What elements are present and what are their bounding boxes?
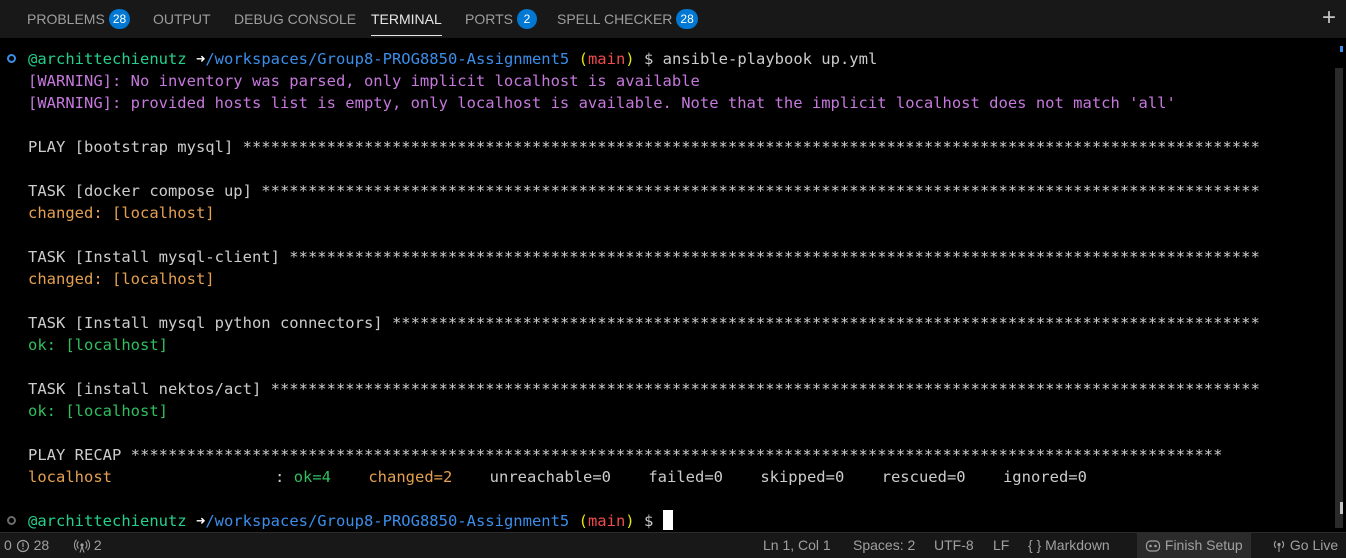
finish-setup-label: Finish Setup [1164, 537, 1243, 553]
prompt-user: @archittechienutz [28, 50, 187, 68]
recap-unreachable: unreachable=0 [489, 468, 611, 486]
ports-status[interactable]: 2 [74, 533, 102, 558]
warning-count: 28 [33, 537, 50, 553]
prompt-line: @archittechienutz ➜/workspaces/Group8-PR… [28, 48, 877, 70]
recap-ignored: ignored=0 [1002, 468, 1087, 486]
warning-line: [WARNING]: No inventory was parsed, only… [28, 72, 700, 90]
tab-debug-console[interactable]: DEBUG CONSOLE [234, 0, 356, 38]
tab-label: DEBUG CONSOLE [234, 11, 357, 27]
command-decoration-icon[interactable] [7, 54, 16, 63]
encoding[interactable]: UTF-8 [934, 533, 974, 558]
tab-label: SPELL CHECKER [557, 11, 673, 27]
recap-changed: changed=2 [368, 468, 453, 486]
ports-count-badge: 2 [516, 9, 537, 29]
task-result: changed: [localhost] [28, 204, 215, 222]
spell-checker-count-badge: 28 [676, 9, 698, 29]
tab-label: TERMINAL [371, 11, 442, 27]
branch-open: ( [578, 50, 588, 68]
prompt-path: /workspaces/Group8-PROG8850-Assignment5 [205, 512, 570, 530]
broadcast-icon [74, 539, 90, 553]
command-decoration-icon[interactable] [7, 516, 16, 525]
warning-info-icon [16, 540, 29, 553]
terminal-output[interactable]: @archittechienutz ➜/workspaces/Group8-PR… [0, 38, 1346, 532]
recap-rescued: rescued=0 [881, 468, 966, 486]
recap-host: localhost [28, 468, 112, 486]
problems-status[interactable]: 0 28 [4, 533, 49, 558]
recap-line: localhost: ok=4 changed=2 unreachable=0 … [28, 466, 1087, 488]
tab-problems[interactable]: PROBLEMS 28 [27, 0, 131, 38]
tab-output[interactable]: OUTPUT [153, 0, 211, 38]
recap-failed: failed=0 [648, 468, 723, 486]
tab-terminal[interactable]: TERMINAL [371, 0, 442, 38]
scrollbar-marker [1340, 46, 1343, 52]
prompt-user: @archittechienutz [28, 512, 187, 530]
go-live-button[interactable]: Go Live [1272, 533, 1338, 558]
tab-label: PROBLEMS [27, 11, 105, 27]
task-header: TASK [install nektos/act] **************… [28, 380, 1260, 398]
tab-label: PORTS [465, 11, 513, 27]
branch-close: ) [625, 50, 635, 68]
prompt-dollar: $ [643, 50, 654, 68]
recap-colon: : [275, 468, 285, 486]
prompt-line: @archittechienutz ➜/workspaces/Group8-PR… [28, 510, 673, 532]
prompt-path: /workspaces/Group8-PROG8850-Assignment5 [205, 50, 570, 68]
play-header: PLAY [bootstrap mysql] *****************… [28, 138, 1260, 156]
terminal-scrollbar[interactable] [1332, 38, 1346, 532]
status-bar: 0 28 2 Ln 1, Col 1 Spaces: 2 UTF-8 LF { … [0, 532, 1346, 558]
task-result: changed: [localhost] [28, 270, 215, 288]
broadcast-icon [1273, 541, 1285, 553]
terminal-cursor [662, 510, 673, 530]
error-count: 0 [4, 537, 12, 553]
finish-setup-button[interactable]: Finish Setup [1137, 533, 1251, 558]
task-header: TASK [Install mysql python connectors] *… [28, 314, 1260, 332]
recap-skipped: skipped=0 [760, 468, 845, 486]
end-of-line[interactable]: LF [993, 533, 1009, 558]
command-text: ansible-playbook up.yml [662, 50, 878, 68]
tab-spell-checker[interactable]: SPELL CHECKER 28 [557, 0, 698, 38]
scrollbar-thumb[interactable] [1335, 68, 1343, 528]
indentation[interactable]: Spaces: 2 [853, 533, 915, 558]
task-result: ok: [localhost] [28, 402, 168, 420]
ports-count: 2 [93, 537, 102, 553]
panel-tab-bar: PROBLEMS 28 OUTPUT DEBUG CONSOLE TERMINAL… [0, 0, 1346, 38]
copilot-icon [1145, 540, 1161, 552]
problems-count-badge: 28 [108, 9, 131, 29]
branch-open: ( [578, 512, 588, 530]
tab-ports[interactable]: PORTS 2 [465, 0, 537, 38]
recap-ok: ok=4 [293, 468, 332, 486]
prompt-branch: main [587, 50, 626, 68]
braces-icon: { } [1028, 537, 1042, 553]
cursor-position[interactable]: Ln 1, Col 1 [763, 533, 831, 558]
prompt-dollar: $ [643, 512, 654, 530]
task-header: TASK [docker compose up] ***************… [28, 182, 1260, 200]
language-label: Markdown [1045, 537, 1110, 553]
scrollbar-marker [1340, 502, 1343, 514]
prompt-arrow: ➜ [195, 50, 206, 68]
warning-line: [WARNING]: provided hosts list is empty,… [28, 94, 1176, 112]
language-mode[interactable]: { } Markdown [1028, 533, 1110, 558]
tab-label: OUTPUT [153, 11, 211, 27]
task-result: ok: [localhost] [28, 336, 168, 354]
new-terminal-plus-icon[interactable]: + [1322, 6, 1336, 30]
go-live-label: Go Live [1289, 537, 1339, 553]
branch-close: ) [625, 512, 635, 530]
prompt-arrow: ➜ [195, 512, 206, 530]
recap-header: PLAY RECAP *****************************… [28, 446, 1223, 464]
prompt-branch: main [587, 512, 626, 530]
task-header: TASK [Install mysql-client] ************… [28, 248, 1260, 266]
